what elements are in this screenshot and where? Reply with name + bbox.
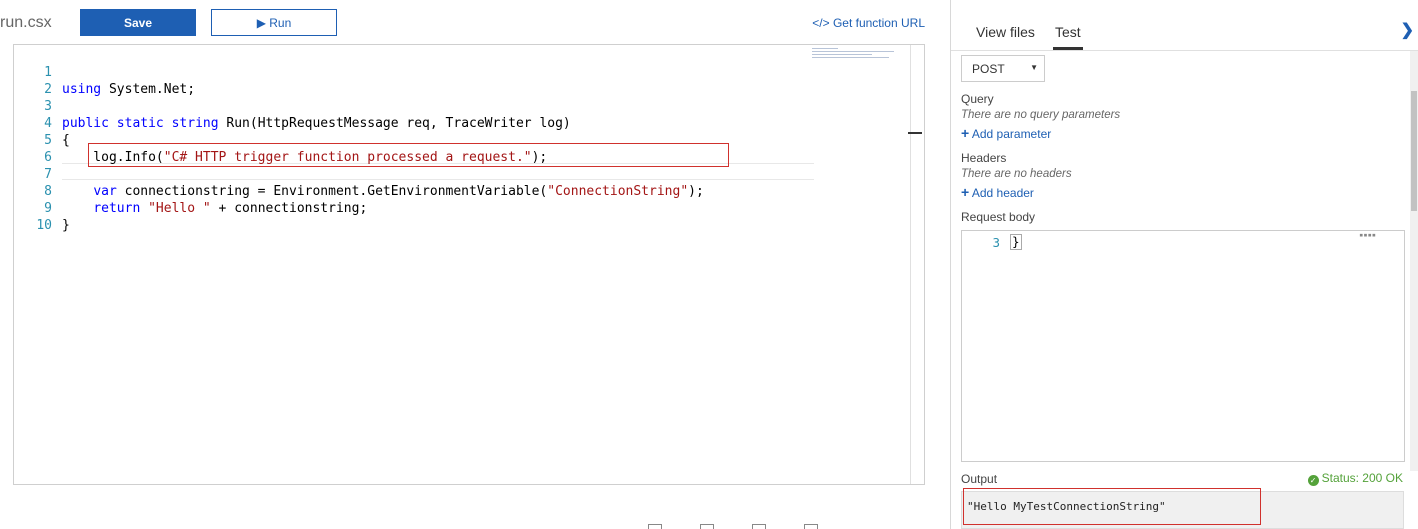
output-label: Output: [961, 472, 998, 486]
file-name: run.csx: [0, 14, 52, 31]
code-line: 5 log.Info("C# HTTP trigger function pro…: [14, 115, 814, 165]
code-line: 9 }: [14, 183, 814, 233]
tab-test[interactable]: Test: [1053, 24, 1083, 50]
function-editor-screen: run.csx Save ▶ Run </> Get function URL …: [0, 0, 1418, 529]
add-parameter-label: Add parameter: [971, 127, 1052, 141]
line-number: 10: [36, 218, 52, 233]
get-function-url-link[interactable]: </> Get function URL: [812, 16, 925, 30]
status-text: Status: 200 OK: [1321, 471, 1403, 485]
line-number: 3: [992, 235, 1000, 250]
highlight-annotation-box: [963, 488, 1261, 525]
add-header-label: Add header: [971, 186, 1034, 200]
footer-icon[interactable]: [752, 524, 766, 529]
test-panel-scrollbar[interactable]: [1410, 51, 1418, 471]
code-line: 4 {: [14, 98, 814, 148]
save-button[interactable]: Save: [80, 9, 196, 36]
request-body-editor[interactable]: 3 } ▪▪▪▪: [961, 230, 1405, 462]
chevron-right-icon[interactable]: ❯: [1401, 20, 1414, 40]
editor-footer-icons: [648, 520, 888, 529]
minimap-icon: ▪▪▪▪: [1359, 231, 1376, 239]
run-button[interactable]: ▶ Run: [211, 9, 337, 36]
code-line: 2: [14, 64, 814, 97]
http-method-value: POST: [972, 62, 1005, 76]
code-line: 10: [14, 200, 814, 233]
add-parameter-link[interactable]: + Add parameter: [961, 125, 1051, 141]
code-line: 1 using System.Net;: [14, 47, 814, 97]
side-panel-tabs: View files Test ❯: [951, 0, 1418, 51]
scrollbar-thumb[interactable]: [1411, 91, 1417, 211]
code-editor[interactable]: 1 using System.Net; 2 3 public static st…: [13, 44, 925, 485]
code-text: }: [1010, 234, 1022, 250]
status-badge: ✓ Status: 200 OK: [1307, 471, 1403, 486]
footer-icon[interactable]: [648, 524, 662, 529]
code-line: 3 public static string Run(HttpRequestMe…: [14, 81, 814, 131]
scroll-position-marker: [908, 132, 922, 134]
query-label: Query: [961, 92, 994, 106]
request-body-label: Request body: [961, 210, 1036, 224]
tab-view-files[interactable]: View files: [976, 24, 1035, 50]
code-text: }: [62, 218, 70, 233]
code-minimap[interactable]: [812, 48, 898, 64]
highlight-annotation-box: [88, 143, 729, 167]
plus-icon: +: [961, 184, 970, 200]
check-circle-icon: ✓: [1307, 475, 1319, 486]
editor-scrollbar[interactable]: [910, 45, 924, 484]
headers-empty-text: There are no headers: [961, 168, 1072, 180]
query-empty-text: There are no query parameters: [961, 109, 1121, 121]
add-header-link[interactable]: + Add header: [961, 184, 1034, 200]
caret-down-icon: ▼: [1030, 63, 1038, 72]
footer-icon[interactable]: [700, 524, 714, 529]
footer-icon[interactable]: [804, 524, 818, 529]
http-method-select[interactable]: POST ▼: [961, 55, 1045, 82]
plus-icon: +: [961, 125, 970, 141]
pane-divider[interactable]: [950, 0, 951, 529]
code-line: 8 return "Hello " + connectionstring;: [14, 166, 814, 216]
headers-label: Headers: [961, 151, 1007, 165]
